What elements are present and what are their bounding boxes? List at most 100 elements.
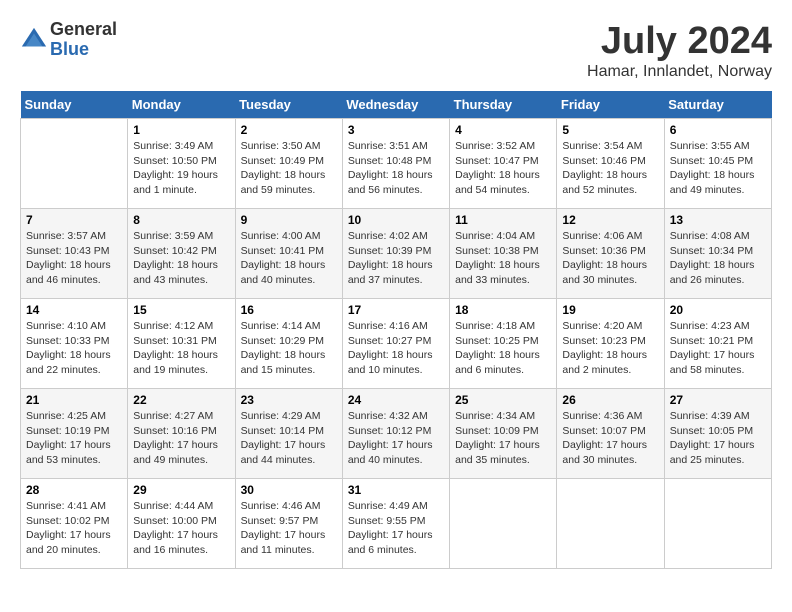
day-number: 6 xyxy=(670,123,766,137)
day-number: 11 xyxy=(455,213,551,227)
day-cell: 24 Sunrise: 4:32 AMSunset: 10:12 PMDaylig… xyxy=(342,389,449,479)
day-info: Sunrise: 4:36 AMSunset: 10:07 PMDaylight… xyxy=(562,409,658,468)
day-number: 10 xyxy=(348,213,444,227)
day-cell: 20Sunrise: 4:23 AMSunset: 10:21 PMDaylig… xyxy=(664,299,771,389)
day-cell: 7 Sunrise: 3:57 AMSunset: 10:43 PMDayligh… xyxy=(21,209,128,299)
day-cell: 8 Sunrise: 3:59 AMSunset: 10:42 PMDayligh… xyxy=(128,209,235,299)
day-cell: 19Sunrise: 4:20 AMSunset: 10:23 PMDaylig… xyxy=(557,299,664,389)
logo-blue-text: Blue xyxy=(50,39,89,59)
day-number: 27 xyxy=(670,393,766,407)
day-cell: 1Sunrise: 3:49 AMSunset: 10:50 PMDayligh… xyxy=(128,119,235,209)
day-cell: 17Sunrise: 4:16 AMSunset: 10:27 PMDaylig… xyxy=(342,299,449,389)
day-cell: 9 Sunrise: 4:00 AMSunset: 10:41 PMDayligh… xyxy=(235,209,342,299)
day-info: Sunrise: 4:06 AMSunset: 10:36 PMDaylight… xyxy=(562,229,658,288)
day-info: Sunrise: 3:50 AMSunset: 10:49 PMDaylight… xyxy=(241,139,337,198)
day-number: 23 xyxy=(241,393,337,407)
day-info: Sunrise: 4:00 AMSunset: 10:41 PMDaylight… xyxy=(241,229,337,288)
day-cell xyxy=(664,479,771,569)
day-info: Sunrise: 3:49 AMSunset: 10:50 PMDaylight… xyxy=(133,139,229,198)
day-info: Sunrise: 4:25 AMSunset: 10:19 PMDaylight… xyxy=(26,409,122,468)
weekday-header-friday: Friday xyxy=(557,91,664,119)
day-info: Sunrise: 3:57 AMSunset: 10:43 PMDaylight… xyxy=(26,229,122,288)
week-row-1: 1Sunrise: 3:49 AMSunset: 10:50 PMDayligh… xyxy=(21,119,772,209)
weekday-header-tuesday: Tuesday xyxy=(235,91,342,119)
day-info: Sunrise: 4:02 AMSunset: 10:39 PMDaylight… xyxy=(348,229,444,288)
page-header: General Blue July 2024 Hamar, Innlandet,… xyxy=(20,20,772,81)
logo-general-text: General xyxy=(50,19,117,39)
day-cell: 2 Sunrise: 3:50 AMSunset: 10:49 PMDayligh… xyxy=(235,119,342,209)
day-cell: 14 Sunrise: 4:10 AMSunset: 10:33 PMDaylig… xyxy=(21,299,128,389)
day-number: 25 xyxy=(455,393,551,407)
day-number: 16 xyxy=(241,303,337,317)
day-cell: 30 Sunrise: 4:46 AMSunset: 9:57 PMDayligh… xyxy=(235,479,342,569)
day-cell: 13 Sunrise: 4:08 AMSunset: 10:34 PMDaylig… xyxy=(664,209,771,299)
day-cell xyxy=(21,119,128,209)
day-info: Sunrise: 4:23 AMSunset: 10:21 PMDaylight… xyxy=(670,319,766,378)
day-info: Sunrise: 4:10 AMSunset: 10:33 PMDaylight… xyxy=(26,319,122,378)
day-cell: 25 Sunrise: 4:34 AMSunset: 10:09 PMDaylig… xyxy=(450,389,557,479)
day-cell: 10 Sunrise: 4:02 AMSunset: 10:39 PMDaylig… xyxy=(342,209,449,299)
day-info: Sunrise: 4:12 AMSunset: 10:31 PMDaylight… xyxy=(133,319,229,378)
day-info: Sunrise: 4:32 AMSunset: 10:12 PMDaylight… xyxy=(348,409,444,468)
day-cell: 28Sunrise: 4:41 AMSunset: 10:02 PMDaylig… xyxy=(21,479,128,569)
day-number: 13 xyxy=(670,213,766,227)
week-row-4: 21Sunrise: 4:25 AMSunset: 10:19 PMDaylig… xyxy=(21,389,772,479)
day-info: Sunrise: 4:27 AMSunset: 10:16 PMDaylight… xyxy=(133,409,229,468)
title-block: July 2024 Hamar, Innlandet, Norway xyxy=(587,20,772,81)
day-cell: 5 Sunrise: 3:54 AMSunset: 10:46 PMDayligh… xyxy=(557,119,664,209)
day-number: 3 xyxy=(348,123,444,137)
day-info: Sunrise: 4:04 AMSunset: 10:38 PMDaylight… xyxy=(455,229,551,288)
day-info: Sunrise: 3:51 AMSunset: 10:48 PMDaylight… xyxy=(348,139,444,198)
day-cell: 18 Sunrise: 4:18 AMSunset: 10:25 PMDaylig… xyxy=(450,299,557,389)
day-number: 30 xyxy=(241,483,337,497)
day-cell xyxy=(450,479,557,569)
day-number: 18 xyxy=(455,303,551,317)
day-info: Sunrise: 4:49 AMSunset: 9:55 PMDaylight:… xyxy=(348,499,444,558)
day-info: Sunrise: 3:55 AMSunset: 10:45 PMDaylight… xyxy=(670,139,766,198)
day-info: Sunrise: 4:29 AMSunset: 10:14 PMDaylight… xyxy=(241,409,337,468)
day-info: Sunrise: 4:08 AMSunset: 10:34 PMDaylight… xyxy=(670,229,766,288)
day-info: Sunrise: 3:59 AMSunset: 10:42 PMDaylight… xyxy=(133,229,229,288)
week-row-3: 14 Sunrise: 4:10 AMSunset: 10:33 PMDaylig… xyxy=(21,299,772,389)
day-cell: 16 Sunrise: 4:14 AMSunset: 10:29 PMDaylig… xyxy=(235,299,342,389)
weekday-header-thursday: Thursday xyxy=(450,91,557,119)
day-cell: 11 Sunrise: 4:04 AMSunset: 10:38 PMDaylig… xyxy=(450,209,557,299)
day-number: 2 xyxy=(241,123,337,137)
day-info: Sunrise: 4:41 AMSunset: 10:02 PMDaylight… xyxy=(26,499,122,558)
logo: General Blue xyxy=(20,20,117,60)
day-number: 22 xyxy=(133,393,229,407)
day-info: Sunrise: 4:14 AMSunset: 10:29 PMDaylight… xyxy=(241,319,337,378)
day-number: 8 xyxy=(133,213,229,227)
day-info: Sunrise: 4:44 AMSunset: 10:00 PMDaylight… xyxy=(133,499,229,558)
weekday-header-wednesday: Wednesday xyxy=(342,91,449,119)
day-cell: 26Sunrise: 4:36 AMSunset: 10:07 PMDaylig… xyxy=(557,389,664,479)
day-cell: 27 Sunrise: 4:39 AMSunset: 10:05 PMDaylig… xyxy=(664,389,771,479)
weekday-header-monday: Monday xyxy=(128,91,235,119)
weekday-header-row: SundayMondayTuesdayWednesdayThursdayFrid… xyxy=(21,91,772,119)
day-info: Sunrise: 4:16 AMSunset: 10:27 PMDaylight… xyxy=(348,319,444,378)
day-cell: 15 Sunrise: 4:12 AMSunset: 10:31 PMDaylig… xyxy=(128,299,235,389)
day-info: Sunrise: 3:54 AMSunset: 10:46 PMDaylight… xyxy=(562,139,658,198)
day-number: 24 xyxy=(348,393,444,407)
weekday-header-sunday: Sunday xyxy=(21,91,128,119)
day-info: Sunrise: 4:18 AMSunset: 10:25 PMDaylight… xyxy=(455,319,551,378)
day-info: Sunrise: 4:34 AMSunset: 10:09 PMDaylight… xyxy=(455,409,551,468)
day-cell: 31 Sunrise: 4:49 AMSunset: 9:55 PMDayligh… xyxy=(342,479,449,569)
day-info: Sunrise: 4:39 AMSunset: 10:05 PMDaylight… xyxy=(670,409,766,468)
day-number: 14 xyxy=(26,303,122,317)
location-title: Hamar, Innlandet, Norway xyxy=(587,63,772,81)
weekday-header-saturday: Saturday xyxy=(664,91,771,119)
day-cell xyxy=(557,479,664,569)
week-row-2: 7 Sunrise: 3:57 AMSunset: 10:43 PMDayligh… xyxy=(21,209,772,299)
day-number: 5 xyxy=(562,123,658,137)
calendar-table: SundayMondayTuesdayWednesdayThursdayFrid… xyxy=(20,91,772,569)
day-number: 15 xyxy=(133,303,229,317)
day-info: Sunrise: 4:46 AMSunset: 9:57 PMDaylight:… xyxy=(241,499,337,558)
day-cell: 6 Sunrise: 3:55 AMSunset: 10:45 PMDayligh… xyxy=(664,119,771,209)
day-number: 7 xyxy=(26,213,122,227)
week-row-5: 28Sunrise: 4:41 AMSunset: 10:02 PMDaylig… xyxy=(21,479,772,569)
day-number: 9 xyxy=(241,213,337,227)
day-number: 31 xyxy=(348,483,444,497)
day-number: 29 xyxy=(133,483,229,497)
day-number: 19 xyxy=(562,303,658,317)
